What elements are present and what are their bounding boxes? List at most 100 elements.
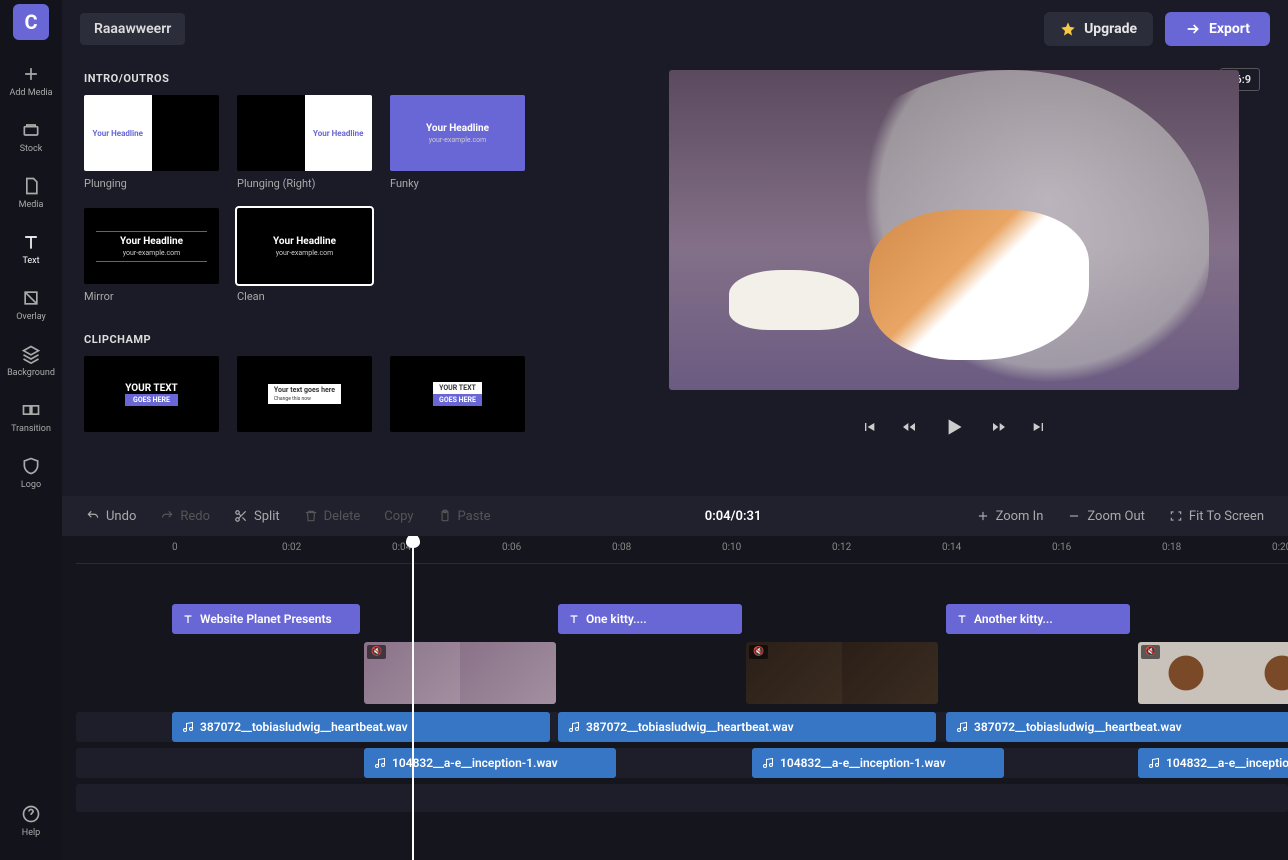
template-funky[interactable]: Your Headlineyour-example.com Funky <box>390 95 525 190</box>
delete-button[interactable]: Delete <box>294 503 371 530</box>
ruler-tick: 0:18 <box>1162 542 1181 553</box>
sidebar-text[interactable]: Text <box>21 232 41 266</box>
export-button[interactable]: Export <box>1165 12 1270 46</box>
sidebar-label: Help <box>22 828 40 838</box>
template-mirror[interactable]: Your Headlineyour-example.com Mirror <box>84 208 219 303</box>
sidebar-overlay[interactable]: Overlay <box>16 288 46 322</box>
music-icon <box>182 721 194 733</box>
sidebar-stock[interactable]: Stock <box>20 120 43 154</box>
sidebar-label: Media <box>19 200 44 210</box>
play-button[interactable] <box>941 414 967 444</box>
video-preview[interactable] <box>669 70 1239 390</box>
timeline-ruler[interactable]: 00:020:040:060:080:100:120:140:160:180:2… <box>76 536 1288 564</box>
audio-clip[interactable]: 387072__tobiasludwig__heartbeat.wav <box>946 712 1288 742</box>
template-clean[interactable]: Your Headlineyour-example.com Clean <box>237 208 372 303</box>
mute-icon: 🔇 <box>367 645 386 659</box>
text-icon <box>182 613 194 625</box>
ruler-tick: 0 <box>172 542 178 553</box>
audio-track-1: 387072__tobiasludwig__heartbeat.wav 38707… <box>76 712 1288 742</box>
upgrade-button[interactable]: Upgrade <box>1044 12 1153 46</box>
text-icon <box>21 232 41 252</box>
audio-track-2: 104832__a-e__inception-1.wav 104832__a-e_… <box>76 748 1288 778</box>
rewind-button[interactable] <box>901 419 917 439</box>
section-title-intro: INTRO/OUTROS <box>84 72 607 85</box>
redo-button[interactable]: Redo <box>150 503 220 530</box>
template-plunging-right[interactable]: Your Headline Plunging (Right) <box>237 95 372 190</box>
template-clipchamp-3[interactable]: YOUR TEXTGOES HERE <box>390 356 525 432</box>
sidebar-help[interactable]: Help <box>21 804 41 838</box>
upgrade-label: Upgrade <box>1084 21 1137 37</box>
audio-clip[interactable]: 104832__a-e__inception-1.wav <box>364 748 616 778</box>
zoom-out-button[interactable]: Zoom Out <box>1057 503 1154 530</box>
sidebar-background[interactable]: Background <box>7 344 55 378</box>
sidebar-transition[interactable]: Transition <box>11 400 51 434</box>
audio-clip[interactable]: 104832__a-e__inception-1.wav <box>1138 748 1288 778</box>
skip-end-button[interactable] <box>1031 419 1047 439</box>
ruler-tick: 0:08 <box>612 542 631 553</box>
zoom-in-button[interactable]: Zoom In <box>966 503 1054 530</box>
sidebar-label: Stock <box>20 144 43 154</box>
sidebar-logo[interactable]: Logo <box>21 456 41 490</box>
template-clipchamp-1[interactable]: YOUR TEXTGOES HERE <box>84 356 219 432</box>
text-icon <box>956 613 968 625</box>
timeline[interactable]: 00:020:040:060:080:100:120:140:160:180:2… <box>62 536 1288 860</box>
text-track: Website Planet Presents One kitty.... Anot… <box>76 604 1288 634</box>
copy-button[interactable]: Copy <box>374 503 423 530</box>
template-plunging[interactable]: Your Headline Plunging <box>84 95 219 190</box>
topbar: Raaawweerr Upgrade Export <box>62 0 1288 58</box>
sidebar-label: Background <box>7 368 55 378</box>
scissors-icon <box>234 509 248 523</box>
paste-button[interactable]: Paste <box>428 503 501 530</box>
template-label: Clean <box>237 290 372 303</box>
sidebar-add-media[interactable]: Add Media <box>9 64 52 98</box>
fast-forward-button[interactable] <box>991 419 1007 439</box>
ruler-tick: 0:02 <box>282 542 301 553</box>
empty-track <box>76 784 1288 812</box>
playhead[interactable] <box>412 536 414 860</box>
main-area: Raaawweerr Upgrade Export INTRO/OUTROS Y… <box>62 0 1288 860</box>
music-icon <box>1148 757 1160 769</box>
templates-panel: INTRO/OUTROS Your Headline Plunging Your… <box>62 58 607 488</box>
video-clip[interactable]: 🔇 <box>746 642 938 704</box>
template-clipchamp-2[interactable]: Your text goes hereChange this now <box>237 356 372 432</box>
project-name[interactable]: Raaawweerr <box>80 13 185 45</box>
plus-icon <box>21 64 41 84</box>
skip-start-button[interactable] <box>861 419 877 439</box>
stock-icon <box>21 120 41 140</box>
time-display: 0:04/0:31 <box>705 509 762 524</box>
fit-screen-button[interactable]: Fit To Screen <box>1159 503 1274 530</box>
split-button[interactable]: Split <box>224 503 290 530</box>
ruler-tick: 0:10 <box>722 542 741 553</box>
sidebar-media[interactable]: Media <box>19 176 44 210</box>
text-clip[interactable]: One kitty.... <box>558 604 742 634</box>
app-logo[interactable]: C <box>13 4 49 40</box>
text-clip[interactable]: Website Planet Presents <box>172 604 360 634</box>
audio-clip[interactable]: 387072__tobiasludwig__heartbeat.wav <box>172 712 550 742</box>
template-label: Mirror <box>84 290 219 303</box>
template-label: Plunging <box>84 177 219 190</box>
template-label: Funky <box>390 177 525 190</box>
text-icon <box>568 613 580 625</box>
music-icon <box>568 721 580 733</box>
text-clip[interactable]: Another kitty... <box>946 604 1130 634</box>
mute-icon: 🔇 <box>1141 645 1160 659</box>
fit-icon <box>1169 509 1183 523</box>
mute-icon: 🔇 <box>749 645 768 659</box>
template-label: Plunging (Right) <box>237 177 372 190</box>
ruler-tick: 0:06 <box>502 542 521 553</box>
ruler-tick: 0:20 <box>1272 542 1288 553</box>
redo-icon <box>160 509 174 523</box>
video-clip[interactable]: 🔇 <box>1138 642 1288 704</box>
section-title-clipchamp: CLIPCHAMP <box>84 333 607 346</box>
video-track: 🔇 🔇 🔇 <box>76 642 1288 704</box>
audio-clip[interactable]: 387072__tobiasludwig__heartbeat.wav <box>558 712 936 742</box>
video-clip[interactable]: 🔇 <box>364 642 556 704</box>
layers-icon <box>21 344 41 364</box>
audio-clip[interactable]: 104832__a-e__inception-1.wav <box>752 748 1004 778</box>
undo-icon <box>86 509 100 523</box>
sidebar-label: Add Media <box>9 88 52 98</box>
music-icon <box>762 757 774 769</box>
star-icon <box>1060 21 1076 37</box>
undo-button[interactable]: Undo <box>76 503 146 530</box>
file-icon <box>21 176 41 196</box>
